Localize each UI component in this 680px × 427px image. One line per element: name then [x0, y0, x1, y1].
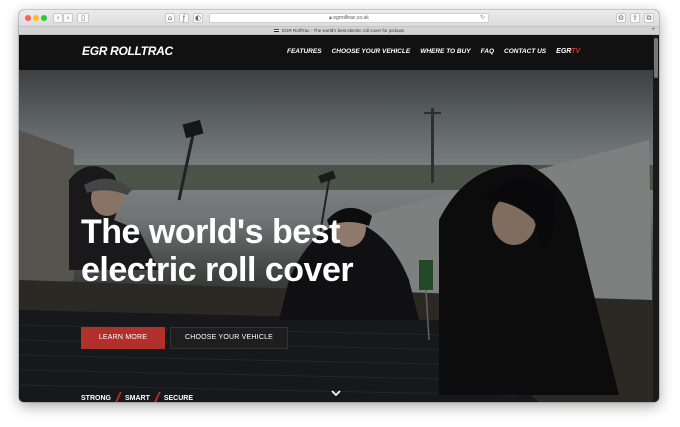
tabs-overview-icon[interactable]: ⧉ — [644, 13, 654, 23]
lock-icon: 🔒︎ — [329, 15, 332, 21]
nav-egr-tv[interactable]: EGRTV — [556, 48, 580, 55]
learn-more-button[interactable]: LEARN MORE — [81, 327, 165, 349]
choose-vehicle-button[interactable]: CHOOSE YOUR VEHICLE — [170, 327, 288, 349]
tagline-smart: SMART — [124, 394, 150, 402]
privacy-icon[interactable]: ◐ — [193, 13, 203, 23]
page-scrollbar[interactable] — [653, 35, 659, 402]
logo-rolltrac: ROLLTRAC — [110, 44, 173, 58]
new-tab-button[interactable]: + — [651, 27, 655, 34]
forward-button[interactable]: › — [63, 13, 73, 23]
nav-features[interactable]: FEATURES — [287, 48, 322, 55]
egr-rolltrac-logo[interactable]: EGR ROLLTRAC — [82, 44, 173, 58]
tab-title: EGR RollTrac - The world's best electric… — [282, 28, 405, 33]
url-text: egrrolltrac.co.uk — [333, 15, 369, 21]
website: EGR ROLLTRAC FEATURES CHOOSE YOUR VEHICLE… — [19, 35, 659, 402]
nav-tv-tv: TV — [571, 48, 581, 55]
zoom-window-button[interactable] — [41, 15, 47, 21]
main-nav: FEATURES CHOOSE YOUR VEHICLE WHERE TO BU… — [287, 48, 580, 55]
minimize-window-button[interactable] — [33, 15, 39, 21]
tagline-divider — [153, 392, 161, 402]
chevron-down-icon[interactable] — [330, 387, 342, 399]
tagline-strong: STRONG — [81, 394, 111, 402]
browser-toolbar: ‹ › ▯ ⌂ ƒ ◐ 🔒︎ egrrolltrac.co.uk ↻ ⚙ ⇪ ⧉ — [19, 10, 659, 26]
home-icon[interactable]: ⌂ — [165, 13, 175, 23]
logo-egr: EGR — [82, 44, 108, 58]
nav-faq[interactable]: FAQ — [481, 48, 494, 55]
reload-icon[interactable]: ↻ — [480, 14, 485, 22]
tagline-secure: SECURE — [163, 394, 194, 402]
site-navbar: EGR ROLLTRAC FEATURES CHOOSE YOUR VEHICLE… — [19, 35, 653, 70]
tagline-divider — [114, 392, 122, 402]
back-button[interactable]: ‹ — [53, 13, 63, 23]
extension-icon[interactable]: ƒ — [179, 13, 189, 23]
scrollbar-thumb[interactable] — [654, 38, 658, 78]
nav-contact-us[interactable]: CONTACT US — [504, 48, 546, 55]
nav-where-to-buy[interactable]: WHERE TO BUY — [420, 48, 470, 55]
nav-choose-vehicle[interactable]: CHOOSE YOUR VEHICLE — [332, 48, 411, 55]
uk-flag-icon — [273, 29, 279, 33]
share-icon[interactable]: ⇪ — [630, 13, 640, 23]
settings-icon[interactable]: ⚙ — [616, 13, 626, 23]
hero-taglines: STRONG SMART SECURE — [81, 392, 193, 402]
address-bar[interactable]: 🔒︎ egrrolltrac.co.uk ↻ — [209, 13, 489, 23]
nav-tv-egr: EGR — [556, 48, 572, 55]
tab-bar: EGR RollTrac - The world's best electric… — [19, 26, 659, 35]
headline-line-1: The world's best — [81, 213, 340, 251]
sidebar-icon[interactable]: ▯ — [77, 13, 89, 23]
close-window-button[interactable] — [25, 15, 31, 21]
tab-active[interactable]: EGR RollTrac - The world's best electric… — [273, 28, 405, 33]
browser-window: ‹ › ▯ ⌂ ƒ ◐ 🔒︎ egrrolltrac.co.uk ↻ ⚙ ⇪ ⧉… — [19, 10, 659, 402]
hero-headline: The world's best electric roll cover — [81, 213, 354, 289]
headline-line-2: electric roll cover — [81, 251, 354, 289]
